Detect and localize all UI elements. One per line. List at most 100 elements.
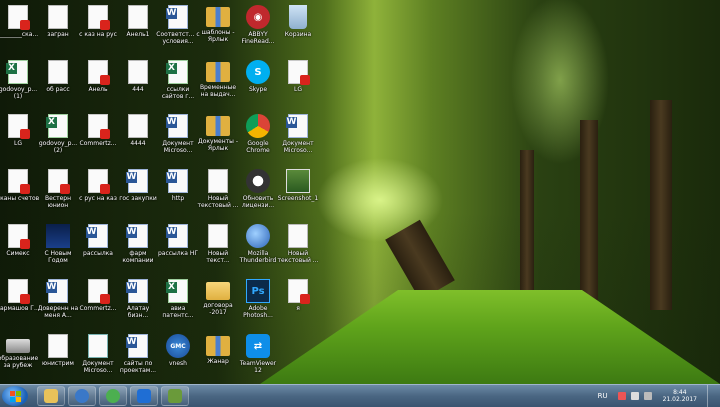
desktop-icon[interactable]: Документ Microso... <box>158 111 198 165</box>
desktop-icon-label: Skype <box>248 86 268 93</box>
taskbar-explorer-button[interactable] <box>37 386 65 406</box>
desktop-icon[interactable]: Вестерн юнион <box>38 166 78 220</box>
start-button[interactable] <box>2 386 28 406</box>
desktop-icon[interactable]: GMC vnesh <box>158 331 198 385</box>
desktop-icon[interactable]: Доверенн на меня А... <box>38 276 78 330</box>
pdf-file-icon <box>8 169 30 194</box>
clock-date: 21.02.2017 <box>662 396 697 403</box>
desktop-icon[interactable]: Жанар <box>198 331 238 385</box>
word-document-icon <box>286 114 308 138</box>
taskbar: RU 8:44 21.02.2017 <box>0 384 720 407</box>
pdf-file-icon <box>8 224 30 249</box>
desktop-icon[interactable]: юнистрим <box>38 331 78 385</box>
desktop-icon[interactable]: Google Chrome <box>238 111 278 165</box>
desktop-icon-label: с каз на рус <box>79 31 117 38</box>
desktop-icon[interactable]: http <box>158 166 198 220</box>
pdf-file-icon <box>288 60 310 85</box>
desktop-icon[interactable]: LG <box>278 57 318 111</box>
desktop-icon[interactable]: рассылка НГ <box>158 221 198 275</box>
desktop-icon[interactable]: ⇄ TeamViewer 12 <box>238 331 278 385</box>
network-icon[interactable] <box>630 392 639 400</box>
desktop-icon[interactable]: С Новым Годом <box>38 221 78 275</box>
desktop-icon[interactable]: godovoy_p... (1) <box>0 57 38 111</box>
desktop-icon[interactable]: Ps Adobe Photosh... <box>238 276 278 330</box>
tree-trunk <box>580 120 598 300</box>
desktop-icon[interactable]: авиа патентс... <box>158 276 198 330</box>
desktop-icon[interactable]: Mozilla Thunderbird <box>238 221 278 275</box>
taskbar-chrome-button[interactable] <box>99 386 127 406</box>
desktop-icon[interactable]: Новый текстовый ... <box>197 166 239 220</box>
desktop-icon[interactable]: шаблоны - Ярлык <box>198 2 238 56</box>
flag-icon[interactable] <box>617 392 626 400</box>
desktop-icon[interactable]: Screenshot_1 <box>278 166 318 220</box>
word-document-icon <box>166 224 188 248</box>
desktop-icon[interactable]: я <box>278 276 318 330</box>
desktop-icon[interactable]: Корзина <box>278 2 318 56</box>
desktop-icon-label: Обновить лицензи... <box>241 195 275 209</box>
archive-folder-icon <box>206 62 230 82</box>
desktop-icon[interactable]: Новый текстовый ... <box>277 221 319 275</box>
taskbar-teamviewer-button[interactable] <box>130 386 158 406</box>
desktop-icon-label: С Новым Годом <box>44 250 72 264</box>
desktop-icon[interactable]: ссылки сайтов г... <box>158 57 198 111</box>
document-file-icon <box>128 5 148 29</box>
desktop-icon[interactable]: с каз на рус <box>78 2 118 56</box>
desktop-icon-grid: ________ска... загран с каз на рус Анель1 Со… <box>0 0 330 384</box>
pdf-file-icon <box>8 5 30 30</box>
word-document-icon <box>126 169 148 193</box>
desktop-icon[interactable]: Новый текст... <box>198 221 238 275</box>
desktop-icon-label: я <box>296 305 300 312</box>
document-file-icon <box>48 334 68 358</box>
desktop-icon[interactable]: S Skype <box>238 57 278 111</box>
desktop-icon[interactable]: сканы счетов <box>0 166 39 220</box>
word-document-icon <box>166 114 188 138</box>
excel-document-icon <box>6 60 28 84</box>
desktop-icon-label: рассылка НГ <box>157 250 199 257</box>
desktop-icon-label: Screenshot_1 <box>277 195 319 202</box>
volume-icon[interactable] <box>643 392 652 400</box>
desktop-icon[interactable]: сайты по проектам... <box>118 331 158 385</box>
desktop-icon-label: godovoy_p... (1) <box>0 86 38 100</box>
desktop-icon[interactable]: Гармашов Г... <box>0 276 40 330</box>
desktop-icon[interactable]: 4444 <box>118 111 158 165</box>
desktop-icon[interactable]: рассылка <box>78 221 118 275</box>
system-clock[interactable]: 8:44 21.02.2017 <box>663 389 697 403</box>
word-document-icon <box>126 334 148 358</box>
desktop-icon[interactable]: Симекс <box>0 221 38 275</box>
desktop-icon-label: сайты по проектам... <box>119 360 157 374</box>
desktop-icon[interactable]: об расс <box>38 57 78 111</box>
desktop-icon[interactable]: Документ Microso... <box>278 111 318 165</box>
desktop-icon[interactable]: с рус на каз <box>78 166 118 220</box>
desktop-icon-label: Документ Microso... <box>282 140 314 154</box>
word-document-icon <box>86 224 108 248</box>
desktop-icon[interactable]: образование за рубеж <box>0 331 38 385</box>
desktop-icon[interactable]: Алатау бизн... <box>118 276 158 330</box>
desktop-icon[interactable]: Анель1 <box>118 2 158 56</box>
desktop-icon[interactable]: Анель <box>78 57 118 111</box>
taskbar-screenshot-button[interactable] <box>161 386 189 406</box>
desktop-icon[interactable]: ________ска... <box>0 2 38 56</box>
desktop-icon[interactable]: Commertz... <box>78 111 118 165</box>
desktop-icon[interactable]: Документ Microso... <box>78 331 118 385</box>
desktop-icon-label: TeamViewer 12 <box>239 360 277 374</box>
language-indicator[interactable]: RU <box>598 392 608 400</box>
desktop-icon-label: Гармашов Г... <box>0 305 40 312</box>
desktop-icon[interactable]: загран <box>38 2 78 56</box>
show-desktop-button[interactable] <box>707 385 716 407</box>
desktop-icon[interactable]: godovoy_p... (2) <box>38 111 78 165</box>
desktop-icon[interactable]: ◉ ABBYY FineRead... <box>238 2 278 56</box>
desktop-icon[interactable]: Соответст... с условия... <box>156 2 200 56</box>
desktop-icon[interactable]: фарм компании <box>118 221 158 275</box>
desktop-icon[interactable]: гос закупки <box>118 166 158 220</box>
desktop-icon[interactable]: LG <box>0 111 38 165</box>
desktop-icon-label: договора -2017 <box>203 302 233 316</box>
desktop-icon-label: Анель <box>88 86 108 93</box>
desktop-icon[interactable]: 444 <box>118 57 158 111</box>
desktop-icon[interactable]: договора -2017 <box>198 276 238 330</box>
desktop-icon[interactable]: Документы - Ярлык <box>198 111 238 165</box>
desktop-icon[interactable]: Обновить лицензи... <box>238 166 278 220</box>
desktop-icon-label: godovoy_p... (2) <box>38 140 78 154</box>
desktop-icon[interactable]: Временные на выдач... <box>198 57 238 111</box>
taskbar-thunderbird-button[interactable] <box>68 386 96 406</box>
desktop-icon[interactable]: Commertz... <box>78 276 118 330</box>
